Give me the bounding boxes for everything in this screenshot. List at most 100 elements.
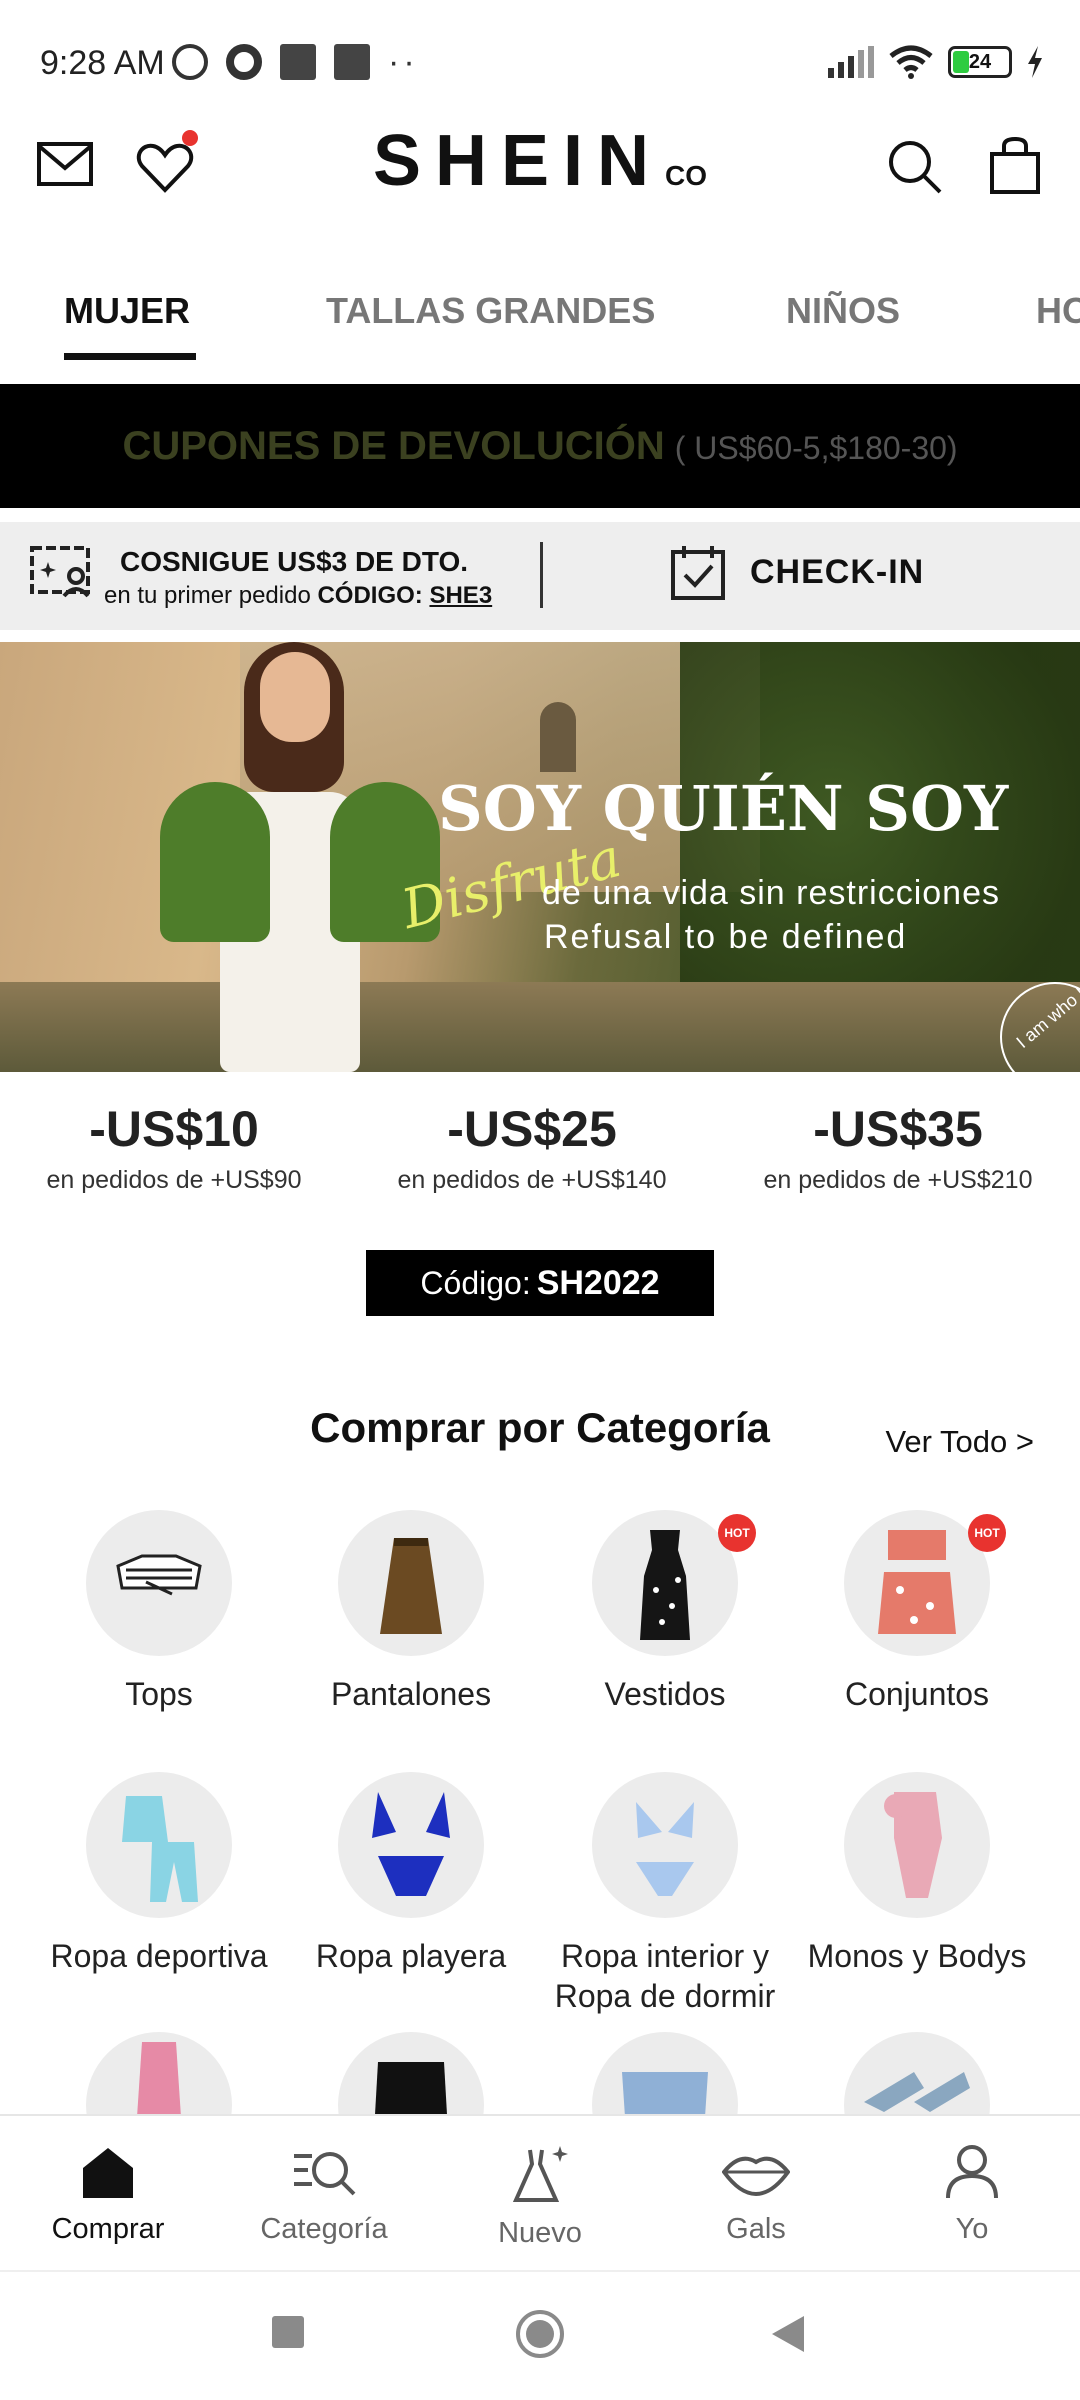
category-search-icon <box>294 2152 356 2196</box>
category-label: Pantalones <box>330 1676 492 1712</box>
coupon-banner-title: CUPONES DE DEVOLUCIÓN <box>122 424 665 468</box>
lips-icon <box>721 2156 791 2197</box>
category-label-line1: Ropa interior y <box>560 1938 770 1974</box>
nav-gals[interactable]: Gals <box>648 2144 864 2246</box>
category-pantalones[interactable]: Pantalones <box>286 1510 536 1714</box>
coupon-banner-amounts: ( US$60-5,$180-30) <box>674 430 958 466</box>
logo-suffix: CO <box>665 160 708 191</box>
tab-hombre[interactable]: HO <box>1036 290 1080 332</box>
see-all-link[interactable]: Ver Todo > <box>885 1424 1034 1460</box>
offer-item[interactable]: -US$10 en pedidos de +US$90 <box>4 1100 344 1195</box>
nav-label: Gals <box>726 2213 786 2245</box>
category-label: Conjuntos <box>844 1676 990 1712</box>
offer-item[interactable]: -US$25 en pedidos de +US$140 <box>362 1100 702 1195</box>
category-label: Ropa playera <box>315 1938 507 1974</box>
promo-bar: COSNIGUE US$3 DE DTO. en tu primer pedid… <box>0 522 1080 630</box>
category-ropa-interior[interactable]: Ropa interior y Ropa de dormir <box>540 1772 790 2016</box>
recents-button[interactable] <box>270 2314 306 2350</box>
offer-amount: -US$25 <box>447 1101 617 1157</box>
person-icon <box>946 2145 998 2199</box>
return-coupon-banner[interactable]: CUPONES DE DEVOLUCIÓN( US$60-5,$180-30) <box>0 384 1080 508</box>
category-image <box>844 1772 990 1918</box>
first-order-discount-title[interactable]: COSNIGUE US$3 DE DTO. <box>120 546 468 578</box>
square-icon <box>280 44 316 80</box>
nav-nuevo[interactable]: Nuevo <box>432 2144 648 2250</box>
hero-banner[interactable]: SOY QUIÉN SOY Disfruta de una vida sin r… <box>0 642 1080 1072</box>
category-ropa-playera[interactable]: Ropa playera <box>286 1772 536 1976</box>
promo-code-label: Código: <box>420 1265 531 1301</box>
category-label-line2: Ropa de dormir <box>554 1978 776 2014</box>
signal-icon <box>828 46 874 78</box>
nav-label: Yo <box>955 2213 989 2245</box>
first-order-subtitle: en tu primer pedido <box>104 582 311 609</box>
nav-label: Nuevo <box>498 2217 582 2249</box>
offer-condition: en pedidos de +US$90 <box>46 1166 302 1194</box>
offer-condition: en pedidos de +US$210 <box>763 1166 1033 1194</box>
tab-ninos[interactable]: NIÑOS <box>786 290 900 332</box>
category-label: Ropa deportiva <box>50 1938 268 1974</box>
first-order-code-line: en tu primer pedido CÓDIGO: SHE3 <box>104 582 492 610</box>
category-image <box>338 1772 484 1918</box>
offer-amount: -US$35 <box>813 1101 983 1157</box>
category-ropa-deportiva[interactable]: Ropa deportiva <box>34 1772 284 1976</box>
category-image <box>592 1772 738 1918</box>
checkin-button[interactable]: CHECK-IN <box>670 544 924 600</box>
checkin-label: CHECK-IN <box>750 552 925 591</box>
divider <box>540 542 543 608</box>
category-image <box>86 1510 232 1656</box>
battery-icon: 24 <box>948 46 1012 78</box>
promo-code: SH2022 <box>536 1264 660 1302</box>
calendar-check-icon <box>671 546 725 600</box>
category-monos-bodys[interactable]: Monos y Bodys <box>792 1772 1042 1976</box>
bottom-navigation: Comprar Categoría Nuevo Gals Yo <box>0 2114 1080 2270</box>
category-label: Vestidos <box>604 1676 726 1712</box>
charging-icon <box>1028 46 1042 78</box>
promo-code-box[interactable]: Código: SH2022 <box>366 1250 714 1316</box>
discount-offers: -US$10 en pedidos de +US$90 -US$25 en pe… <box>0 1100 1080 1210</box>
nav-comprar[interactable]: Comprar <box>0 2144 216 2246</box>
first-order-code: SHE3 <box>429 582 493 609</box>
status-time: 9:28 AM <box>40 44 165 82</box>
home-icon <box>83 2148 133 2198</box>
offer-amount: -US$10 <box>89 1101 259 1157</box>
alarm-icon <box>172 44 208 80</box>
tab-tallas-grandes[interactable]: TALLAS GRANDES <box>326 290 655 332</box>
category-label: Ropa interior y Ropa de dormir <box>540 1936 790 2016</box>
category-image <box>592 1510 738 1656</box>
offer-condition: en pedidos de +US$140 <box>397 1166 667 1194</box>
hero-subtitle: de una vida sin restricciones <box>542 874 1001 912</box>
hero-title: SOY QUIÉN SOY <box>438 772 1009 845</box>
back-button[interactable] <box>770 2314 806 2354</box>
shein-logo[interactable]: SHEINCO <box>0 120 1080 202</box>
category-conjuntos[interactable]: HOT Conjuntos <box>792 1510 1042 1714</box>
square-icon <box>334 44 370 80</box>
category-image <box>86 1772 232 1918</box>
app-icon <box>226 44 262 80</box>
nav-yo[interactable]: Yo <box>864 2144 1080 2246</box>
logo-text: SHEIN <box>372 121 664 201</box>
category-tabs: MUJER TALLAS GRANDES NIÑOS HO <box>0 270 1080 370</box>
home-button[interactable] <box>514 2308 566 2360</box>
category-label: Tops <box>125 1676 193 1712</box>
nav-categoria[interactable]: Categoría <box>216 2144 432 2246</box>
hot-badge: HOT <box>968 1514 1006 1552</box>
category-label: Monos y Bodys <box>807 1938 1027 1974</box>
hero-tagline: Refusal to be defined <box>544 918 908 956</box>
nav-label: Comprar <box>51 2213 165 2245</box>
status-bar: 9:28 AM ·· 24 <box>0 0 1080 120</box>
code-label: CÓDIGO: <box>317 582 423 609</box>
coupon-person-icon <box>30 546 90 598</box>
category-tops[interactable]: Tops <box>34 1510 284 1714</box>
nav-label: Categoría <box>260 2213 388 2245</box>
hot-badge: HOT <box>718 1514 756 1552</box>
battery-level: 24 <box>968 51 992 73</box>
category-image <box>338 1510 484 1656</box>
dots-icon: ·· <box>388 43 419 81</box>
category-vestidos[interactable]: HOT Vestidos <box>540 1510 790 1714</box>
offer-item[interactable]: -US$35 en pedidos de +US$210 <box>728 1100 1068 1195</box>
model-image <box>140 642 440 1072</box>
wifi-icon <box>889 45 933 79</box>
dress-sparkle-icon <box>512 2146 568 2202</box>
system-navigation <box>0 2270 1080 2400</box>
tab-mujer[interactable]: MUJER <box>64 290 190 332</box>
